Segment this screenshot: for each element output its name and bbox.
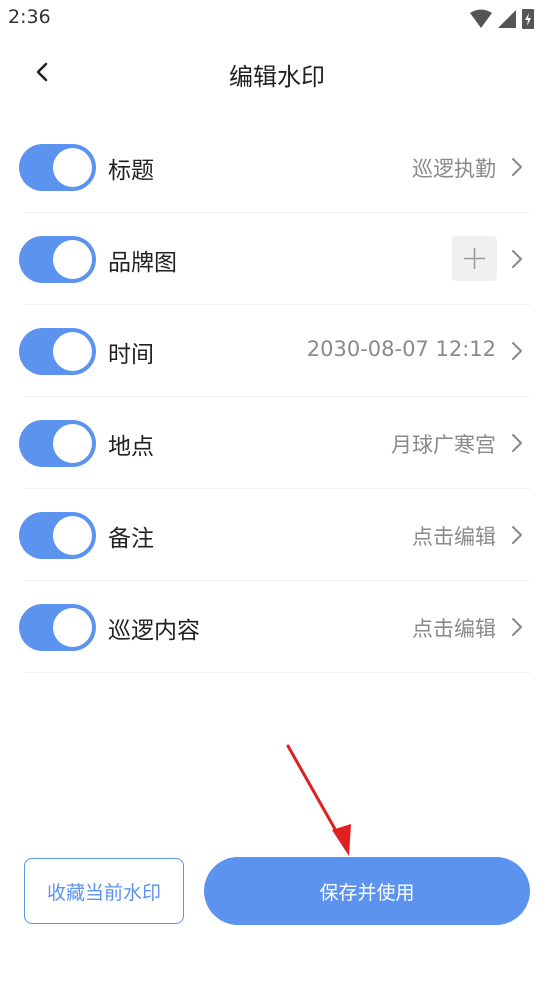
watermark-field-list: 标题 巡逻执勤 品牌图 时间 2030-08-07 12:12 地点 月球广寒宫 — [0, 121, 554, 673]
toggle-knob — [53, 608, 92, 647]
wifi-icon — [470, 9, 492, 28]
toggle-knob — [53, 332, 92, 371]
chevron-right-icon — [512, 250, 522, 268]
cell-signal-icon — [498, 10, 516, 28]
header: 编辑水印 — [0, 38, 554, 110]
toggle-knob — [53, 424, 92, 463]
field-value: 巡逻执勤 — [412, 157, 496, 181]
status-icons — [464, 7, 544, 31]
field-value: 月球广寒宫 — [391, 433, 496, 457]
chevron-right-icon — [512, 158, 522, 176]
field-label: 品牌图 — [108, 250, 177, 276]
toggle-knob — [53, 516, 92, 555]
status-bar: 2:36 — [0, 0, 554, 38]
field-label: 标题 — [108, 158, 154, 184]
plus-icon — [464, 248, 485, 269]
time-toggle[interactable] — [19, 328, 96, 375]
save-and-use-button[interactable]: 保存并使用 — [204, 857, 530, 925]
page-title: 编辑水印 — [229, 63, 325, 91]
chevron-right-icon — [512, 342, 522, 360]
red-arrow-icon — [286, 744, 351, 856]
field-label: 时间 — [108, 342, 154, 368]
field-value: 点击编辑 — [412, 617, 496, 641]
field-label: 地点 — [108, 434, 154, 460]
chevron-right-icon — [512, 434, 522, 452]
field-label: 备注 — [108, 526, 154, 552]
location-toggle[interactable] — [19, 420, 96, 467]
brand-image-add-button[interactable] — [452, 236, 497, 281]
title-toggle[interactable] — [19, 144, 96, 191]
field-row-remark[interactable]: 备注 点击编辑 — [0, 489, 554, 581]
toggle-knob — [53, 240, 92, 279]
field-value: 2030-08-07 12:12 — [306, 337, 496, 361]
status-time: 2:36 — [8, 6, 51, 28]
brand-image-toggle[interactable] — [19, 236, 96, 283]
field-label: 巡逻内容 — [108, 618, 200, 644]
field-row-title[interactable]: 标题 巡逻执勤 — [0, 121, 554, 213]
chevron-right-icon — [512, 526, 522, 544]
patrol-content-toggle[interactable] — [19, 604, 96, 651]
chevron-right-icon — [512, 618, 522, 636]
field-value: 点击编辑 — [412, 525, 496, 549]
field-row-location[interactable]: 地点 月球广寒宫 — [0, 397, 554, 489]
field-row-patrol-content[interactable]: 巡逻内容 点击编辑 — [0, 581, 554, 673]
field-row-time[interactable]: 时间 2030-08-07 12:12 — [0, 305, 554, 397]
toggle-knob — [53, 148, 92, 187]
remark-toggle[interactable] — [19, 512, 96, 559]
battery-charging-icon — [522, 9, 534, 29]
favorite-watermark-button[interactable]: 收藏当前水印 — [24, 858, 184, 924]
field-row-brand-image[interactable]: 品牌图 — [0, 213, 554, 305]
